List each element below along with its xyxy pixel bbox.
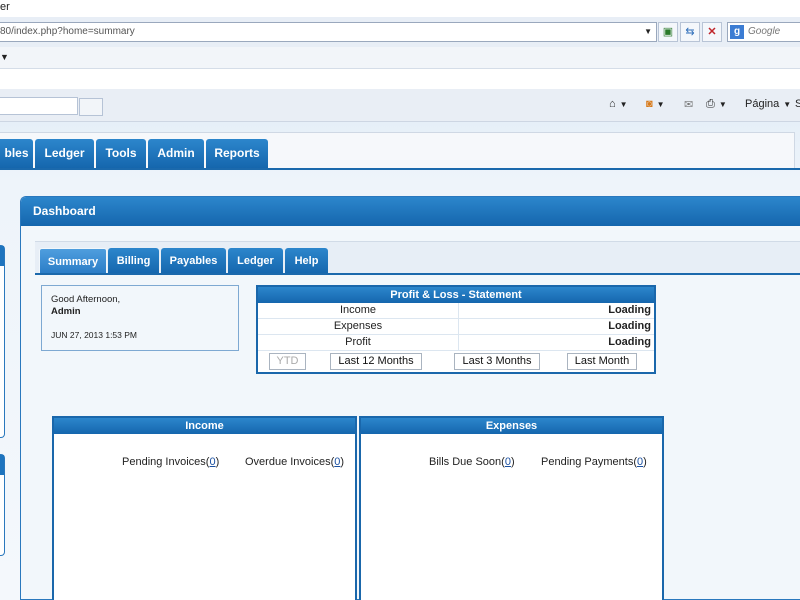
address-dropdown-icon[interactable]: ▼: [644, 23, 652, 41]
income-panel: Income Pending Invoices(0) Overdue Invoi…: [52, 416, 357, 600]
subtab-help[interactable]: Help: [285, 248, 328, 274]
pl-row-value: Loading: [608, 336, 651, 348]
pl-row-label: Expenses: [258, 319, 459, 334]
address-bar-row: 80/index.php?home=summary ▼ ▣ ⇆ ✕ g Goog…: [0, 17, 800, 47]
pl-row-profit: Profit Loading: [258, 335, 654, 351]
menu-caret-icon[interactable]: ▼: [0, 52, 9, 62]
greeting-text: Good Afternoon,: [51, 294, 121, 305]
pl-row-label: Income: [258, 303, 459, 318]
pl-row-expenses: Expenses Loading: [258, 319, 654, 335]
google-icon: g: [730, 25, 744, 39]
pl-row-value: Loading: [608, 320, 651, 332]
compatibility-icon[interactable]: ▣: [658, 22, 678, 42]
side-panel-top-header: [0, 246, 4, 266]
stop-icon[interactable]: ✕: [702, 22, 722, 42]
pl-period-buttons: YTD Last 12 Months Last 3 Months Last Mo…: [258, 352, 654, 372]
menu-row: ▼: [0, 47, 800, 69]
greeting-box: Good Afternoon, Admin JUN 27, 2013 1:53 …: [41, 285, 239, 351]
subtab-summary[interactable]: Summary: [39, 248, 107, 274]
profit-loss-statement: Profit & Loss - Statement Income Loading…: [256, 285, 656, 374]
side-panel-bottom: [0, 454, 5, 556]
nav-tab-reports[interactable]: Reports: [206, 139, 268, 168]
pl-row-income: Income Loading: [258, 303, 654, 319]
income-title: Income: [54, 418, 355, 434]
profit-loss-title: Profit & Loss - Statement: [258, 287, 654, 303]
nav-tab-payables[interactable]: bles: [0, 139, 33, 168]
window-title: er: [0, 0, 800, 17]
expenses-title: Expenses: [361, 418, 662, 434]
pl-row-label: Profit: [258, 335, 459, 350]
last-3-months-button[interactable]: Last 3 Months: [454, 353, 540, 370]
safety-menu[interactable]: S: [795, 98, 800, 110]
ytd-button[interactable]: YTD: [269, 353, 306, 370]
dashboard-title: Dashboard: [21, 197, 800, 226]
page-content: bles Ledger Tools Admin Reports Dashboar…: [0, 122, 800, 600]
search-input[interactable]: g Google: [727, 22, 800, 42]
pending-invoices-link[interactable]: Pending Invoices(0): [122, 456, 219, 468]
search-placeholder: Google: [748, 26, 781, 37]
print-icon[interactable]: ⎙ ▼: [706, 98, 727, 111]
nav-tab-tools[interactable]: Tools: [96, 139, 146, 168]
nav-underline: [0, 168, 800, 170]
refresh-icon[interactable]: ⇆: [680, 22, 700, 42]
bills-due-soon-link[interactable]: Bills Due Soon(0): [429, 456, 515, 468]
subtab-billing[interactable]: Billing: [108, 248, 159, 274]
home-icon[interactable]: ⌂ ▼: [609, 98, 628, 110]
nav-tab-admin[interactable]: Admin: [148, 139, 204, 168]
address-input[interactable]: 80/index.php?home=summary ▼: [0, 22, 657, 42]
feeds-icon[interactable]: ◙ ▼: [646, 98, 665, 110]
side-panel-bottom-header: [0, 455, 4, 475]
user-name: Admin: [51, 306, 81, 317]
page-menu[interactable]: Página ▼: [745, 98, 791, 110]
last-12-months-button[interactable]: Last 12 Months: [330, 353, 422, 370]
new-tab-button[interactable]: [79, 98, 103, 116]
address-text: 80/index.php?home=summary: [0, 26, 135, 37]
last-month-button[interactable]: Last Month: [567, 353, 637, 370]
command-bar: ⌂ ▼ ◙ ▼ ✉ ⎙ ▼ Página ▼ S: [0, 89, 800, 122]
subtab-underline: [35, 273, 800, 275]
nav-tab-ledger[interactable]: Ledger: [35, 139, 94, 168]
pending-payments-link[interactable]: Pending Payments(0): [541, 456, 647, 468]
overdue-invoices-link[interactable]: Overdue Invoices(0): [245, 456, 344, 468]
browser-tab[interactable]: [0, 97, 78, 115]
expenses-panel: Expenses Bills Due Soon(0) Pending Payme…: [359, 416, 664, 600]
pl-row-value: Loading: [608, 304, 651, 316]
subtab-payables[interactable]: Payables: [161, 248, 226, 274]
current-datetime: JUN 27, 2013 1:53 PM: [51, 330, 137, 340]
mail-icon[interactable]: ✉: [684, 98, 693, 111]
subtab-ledger[interactable]: Ledger: [228, 248, 283, 274]
side-panel-top: [0, 245, 5, 438]
favorites-row: [0, 69, 800, 89]
